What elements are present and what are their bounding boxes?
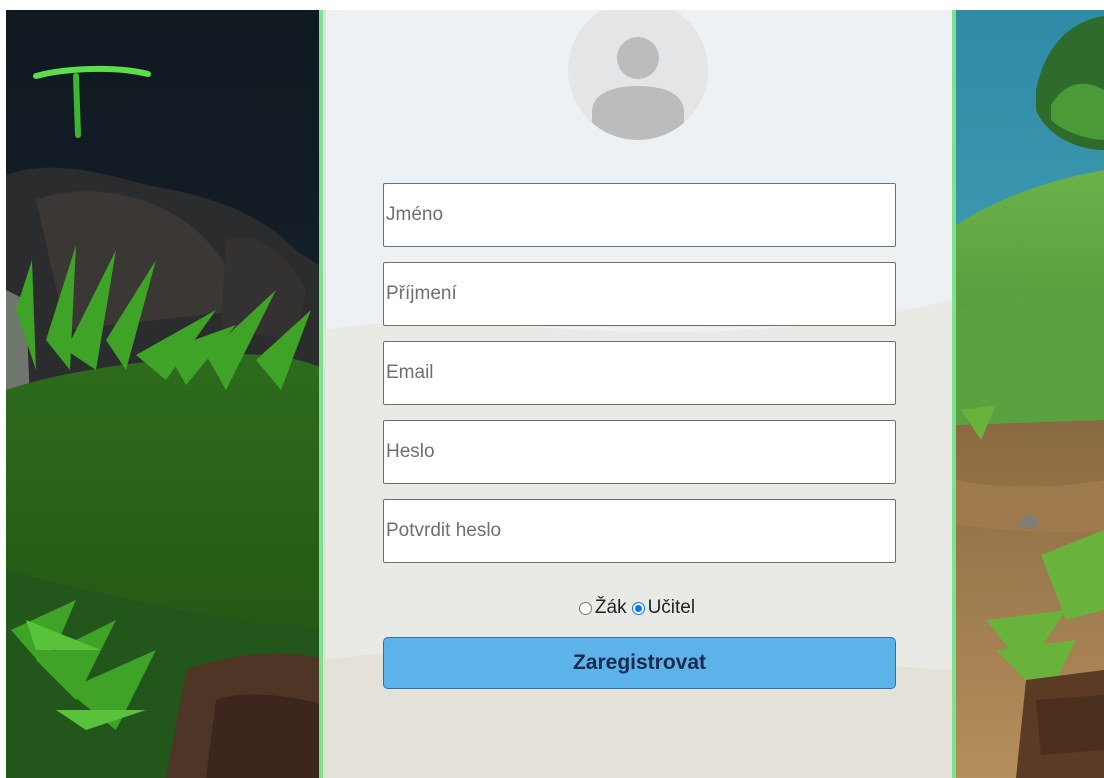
confirm-password-input[interactable]	[383, 499, 896, 563]
role-teacher-label[interactable]: Učitel	[648, 597, 696, 619]
first-name-input[interactable]	[383, 183, 896, 247]
role-selector: Žák Učitel	[383, 594, 896, 622]
registration-form: Žák Učitel Zaregistrovat	[383, 183, 896, 689]
registration-panel: Žák Učitel Zaregistrovat	[319, 10, 956, 778]
last-name-input[interactable]	[383, 262, 896, 326]
role-student-radio[interactable]	[578, 601, 592, 615]
role-student-label[interactable]: Žák	[595, 597, 627, 619]
register-button[interactable]: Zaregistrovat	[383, 637, 896, 689]
role-teacher-radio[interactable]	[631, 601, 645, 615]
email-input[interactable]	[383, 341, 896, 405]
page-frame: Žák Učitel Zaregistrovat	[6, 10, 1104, 778]
password-input[interactable]	[383, 420, 896, 484]
